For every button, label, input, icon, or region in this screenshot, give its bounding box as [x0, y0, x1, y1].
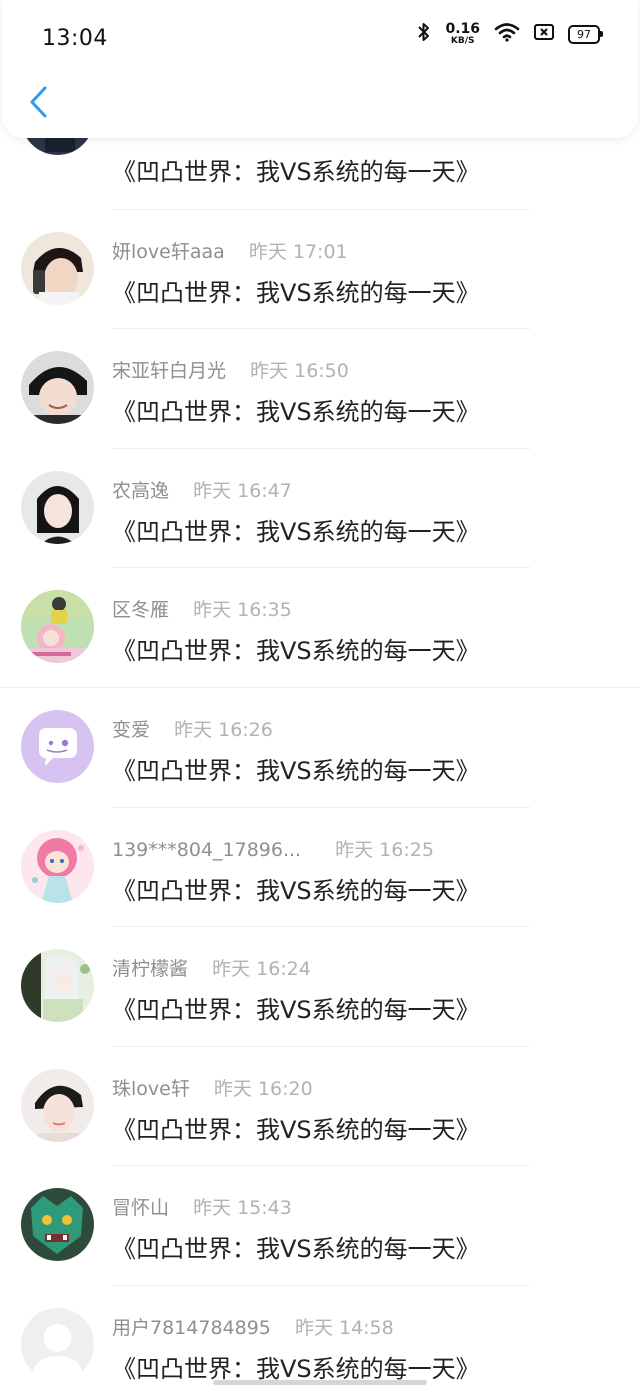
message-text: 《凹凸世界：我VS系统的每一天》	[112, 756, 480, 785]
sender-name: 农高逸	[112, 479, 170, 502]
dragon-mask-avatar[interactable]	[21, 1188, 94, 1262]
list-item[interactable]: 用户7814784895 昨天 14:58 《凹凸世界：我VS系统的每一天》	[0, 1286, 640, 1387]
sender-name: 变爱	[112, 718, 151, 741]
message-time: 昨天 14:58	[294, 1316, 394, 1339]
sender-name: 清柠檬酱	[112, 958, 189, 981]
network-speed: 0.16 KB/S	[445, 22, 480, 46]
sender-name: 妍love轩aaa	[112, 240, 225, 263]
list-item[interactable]: 冒怀山 昨天 15:43 《凹凸世界：我VS系统的每一天》	[0, 1166, 640, 1286]
list-item[interactable]: 妍love轩aaa 昨天 17:01 《凹凸世界：我VS系统的每一天》	[0, 210, 640, 330]
message-time: 昨天 16:50	[250, 360, 349, 383]
sim-off-icon	[534, 24, 554, 44]
message-meta: 冒怀山 昨天 15:43	[112, 1193, 292, 1220]
message-meta: 宋亚轩白月光 昨天 16:50	[112, 356, 349, 383]
sender-name: 宋亚轩白月光	[112, 360, 227, 383]
chat-bubble-avatar[interactable]	[21, 709, 94, 783]
message-text: 《凹凸世界：我VS系统的每一天》	[112, 1235, 480, 1264]
message-list-screen: 《凹凸世界：我VS系统的每一天》 妍love轩aaa 昨天 17:01 《凹凸世…	[0, 0, 640, 1387]
chevron-left-icon	[28, 86, 48, 122]
sender-name: 冒怀山	[112, 1197, 170, 1220]
message-time: 昨天 16:35	[193, 599, 292, 622]
message-time: 昨天 16:25	[335, 838, 434, 861]
back-button[interactable]	[20, 84, 56, 124]
boy-smile-avatar[interactable]	[21, 351, 94, 425]
list-item[interactable]: 珠love轩 昨天 16:20 《凹凸世界：我VS系统的每一天》	[0, 1047, 640, 1167]
message-text: 《凹凸世界：我VS系统的每一天》	[112, 1354, 480, 1383]
message-text: 《凹凸世界：我VS系统的每一天》	[112, 637, 480, 666]
message-text: 《凹凸世界：我VS系统的每一天》	[112, 158, 480, 186]
girl-bob-avatar[interactable]	[21, 470, 94, 544]
message-text: 《凹凸世界：我VS系统的每一天》	[112, 517, 480, 546]
message-text: 《凹凸世界：我VS系统的每一天》	[112, 398, 480, 427]
home-indicator[interactable]	[213, 1380, 427, 1385]
list-item[interactable]: 宋亚轩白月光 昨天 16:50 《凹凸世界：我VS系统的每一天》	[0, 329, 640, 449]
network-speed-value: 0.16	[445, 21, 480, 37]
list-item[interactable]: 区冬雁 昨天 16:35 《凹凸世界：我VS系统的每一天》	[0, 568, 640, 688]
list-item[interactable]: 清柠檬酱 昨天 16:24 《凹凸世界：我VS系统的每一天》	[0, 927, 640, 1047]
message-time: 昨天 16:24	[212, 958, 311, 981]
sender-name: 用户7814784895	[112, 1316, 271, 1339]
battery-icon: 97	[568, 24, 603, 44]
wifi-icon	[494, 22, 520, 46]
list-item[interactable]: 变爱 昨天 16:26 《凹凸世界：我VS系统的每一天》	[0, 688, 640, 808]
default-user-avatar[interactable]	[21, 1307, 94, 1381]
message-time: 昨天 16:20	[213, 1077, 313, 1100]
message-text: 《凹凸世界：我VS系统的每一天》	[112, 1115, 480, 1144]
message-time: 昨天 17:01	[248, 240, 348, 263]
list-item[interactable]: 农高逸 昨天 16:47 《凹凸世界：我VS系统的每一天》	[0, 449, 640, 569]
message-time: 昨天 15:43	[193, 1197, 292, 1220]
sender-name: 珠love轩	[112, 1077, 190, 1100]
message-meta: 农高逸 昨天 16:47	[112, 476, 292, 503]
collage-avatar[interactable]	[21, 590, 94, 664]
message-list: 《凹凸世界：我VS系统的每一天》 妍love轩aaa 昨天 17:01 《凹凸世…	[0, 82, 640, 1387]
list-item[interactable]: 139***804_17896... 昨天 16:25 《凹凸世界：我VS系统的…	[0, 808, 640, 928]
network-speed-unit: KB/S	[450, 36, 475, 46]
status-bar: 13:04 0.16 KB/S 97	[2, 0, 638, 78]
message-meta: 珠love轩 昨天 16:20	[112, 1074, 313, 1101]
message-time: 昨天 16:26	[174, 718, 273, 741]
boy-phone-avatar[interactable]	[21, 231, 94, 305]
bluetooth-icon	[417, 22, 431, 46]
message-meta: 区冬雁 昨天 16:35	[112, 595, 292, 622]
message-text: 《凹凸世界：我VS系统的每一天》	[112, 996, 480, 1025]
message-text: 《凹凸世界：我VS系统的每一天》	[112, 278, 480, 307]
sender-name: 139***804_17896...	[112, 838, 302, 861]
message-text: 《凹凸世界：我VS系统的每一天》	[112, 876, 480, 905]
message-time: 昨天 16:47	[193, 479, 292, 502]
anime-green-avatar[interactable]	[21, 949, 94, 1023]
header: 13:04 0.16 KB/S 97	[2, 0, 638, 138]
message-meta: 妍love轩aaa 昨天 17:01	[112, 237, 348, 264]
sender-name: 区冬雁	[112, 599, 170, 622]
boy-portrait-avatar[interactable]	[21, 1068, 94, 1142]
message-meta: 139***804_17896... 昨天 16:25	[112, 835, 434, 862]
message-meta: 变爱 昨天 16:26	[112, 715, 273, 742]
message-meta: 用户7814784895 昨天 14:58	[112, 1313, 394, 1340]
status-icons: 0.16 KB/S 97	[417, 22, 603, 46]
message-meta: 清柠檬酱 昨天 16:24	[112, 954, 311, 981]
clock: 13:04	[42, 26, 108, 51]
doll-avatar[interactable]	[21, 829, 94, 903]
